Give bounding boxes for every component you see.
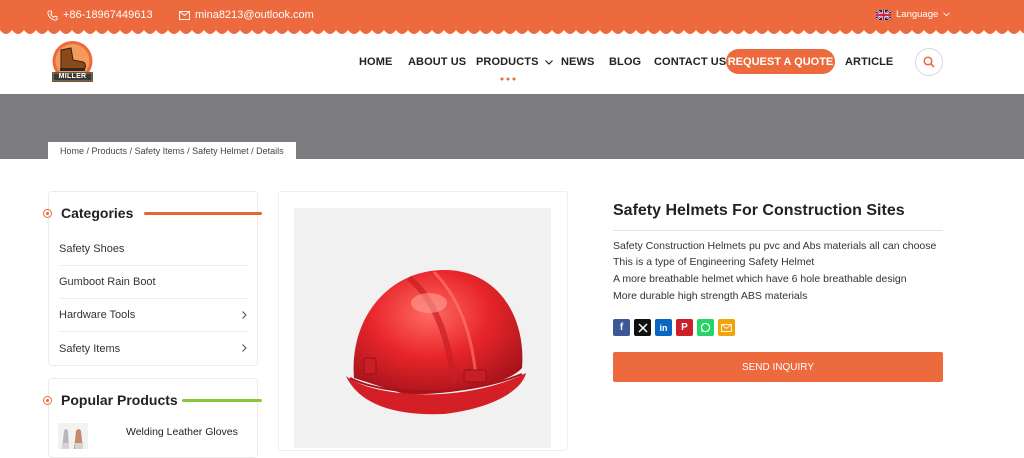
uk-flag-icon	[876, 9, 891, 20]
nav-article[interactable]: ARTICLE	[845, 56, 893, 68]
breadcrumb: Home / Products / Safety Items / Safety …	[48, 142, 296, 159]
chevron-down-icon	[544, 59, 553, 65]
product-thumbnail[interactable]	[58, 423, 88, 449]
popular-products-title: Popular Products	[61, 392, 178, 408]
category-label: Hardware Tools	[59, 309, 136, 321]
nav-home[interactable]: HOME	[359, 56, 392, 68]
category-gumboot-rain-boot[interactable]: Gumboot Rain Boot	[59, 266, 249, 299]
language-selector[interactable]: Language	[876, 9, 951, 20]
description-line: Safety Construction Helmets pu pvc and A…	[613, 240, 937, 252]
title-divider	[613, 230, 943, 231]
description-line: This is a type of Engineering Safety Hel…	[613, 256, 815, 268]
scalloped-edge	[0, 29, 1024, 37]
description-line: More durable high strength ABS materials	[613, 290, 808, 302]
breadcrumb-products[interactable]: Products	[92, 146, 128, 156]
breadcrumb-separator: /	[248, 145, 257, 156]
breadcrumb-safety-helmet[interactable]: Safety Helmet	[192, 146, 249, 156]
nav-products-label: PRODUCTS	[476, 56, 539, 68]
categories-heading: Categories	[43, 205, 133, 221]
category-safety-shoes[interactable]: Safety Shoes	[59, 233, 249, 266]
email-icon[interactable]	[718, 319, 735, 336]
linkedin-icon[interactable]: in	[655, 319, 672, 336]
bullet-icon	[43, 395, 52, 405]
breadcrumb-separator: /	[127, 145, 135, 156]
breadcrumb-home[interactable]: Home	[60, 146, 84, 156]
chevron-right-icon[interactable]	[242, 311, 247, 319]
language-label: Language	[896, 9, 939, 20]
chevron-down-icon	[943, 12, 951, 17]
nav-contact-us[interactable]: CONTACT US	[654, 56, 726, 68]
chevron-right-icon[interactable]	[242, 344, 247, 352]
category-hardware-tools[interactable]: Hardware Tools	[59, 299, 249, 332]
facebook-icon[interactable]: f	[613, 319, 630, 336]
request-quote-button[interactable]: REQUEST A QUOTE	[726, 49, 835, 74]
search-icon	[923, 56, 935, 68]
email-contact[interactable]: mina8213@outlook.com	[179, 9, 314, 21]
active-indicator-dots	[500, 77, 516, 81]
breadcrumb-details: Details	[256, 145, 284, 156]
popular-product-label: Welding Leather Gloves	[126, 426, 238, 438]
product-title: Safety Helmets For Construction Sites	[613, 202, 905, 219]
category-label: Safety Shoes	[59, 243, 125, 255]
nav-about-us[interactable]: ABOUT US	[408, 56, 466, 68]
phone-contact[interactable]: +86-18967449613	[47, 9, 153, 21]
categories-panel: Categories Safety Shoes Gumboot Rain Boo…	[43, 191, 262, 366]
whatsapp-icon[interactable]	[697, 319, 714, 336]
categories-title: Categories	[61, 205, 134, 221]
phone-number: +86-18967449613	[63, 9, 153, 21]
product-image[interactable]	[294, 208, 551, 448]
breadcrumb-separator: /	[84, 145, 92, 156]
category-safety-items[interactable]: Safety Items	[59, 332, 249, 365]
x-icon[interactable]	[634, 319, 651, 336]
send-inquiry-button[interactable]: SEND INQUIRY	[613, 352, 943, 382]
share-buttons: f in P	[613, 319, 735, 336]
popular-product-item[interactable]: Welding Leather Gloves	[58, 421, 253, 451]
search-button[interactable]	[915, 48, 943, 76]
mail-icon	[179, 10, 190, 20]
nav-news[interactable]: NEWS	[561, 56, 594, 68]
popular-products-heading: Popular Products	[43, 392, 178, 408]
category-label: Gumboot Rain Boot	[59, 276, 156, 288]
category-label: Safety Items	[59, 342, 121, 355]
popular-underline	[182, 399, 262, 402]
bullet-icon	[43, 208, 52, 218]
top-contact-bar: +86-18967449613 mina8213@outlook.com Lan…	[0, 0, 1024, 30]
company-logo[interactable]: MILLER	[49, 40, 96, 86]
red-helmet-image	[294, 208, 551, 448]
logo-text: MILLER	[58, 73, 87, 80]
email-address: mina8213@outlook.com	[195, 9, 314, 21]
description-line: A more breathable helmet which have 6 ho…	[613, 273, 907, 285]
pinterest-icon[interactable]: P	[676, 319, 693, 336]
nav-blog[interactable]: BLOG	[609, 56, 641, 68]
breadcrumb-separator: /	[184, 145, 193, 156]
categories-underline	[144, 212, 262, 215]
nav-products[interactable]: PRODUCTS	[476, 56, 553, 68]
phone-icon	[47, 9, 58, 21]
breadcrumb-safety-items[interactable]: Safety Items	[135, 146, 185, 156]
